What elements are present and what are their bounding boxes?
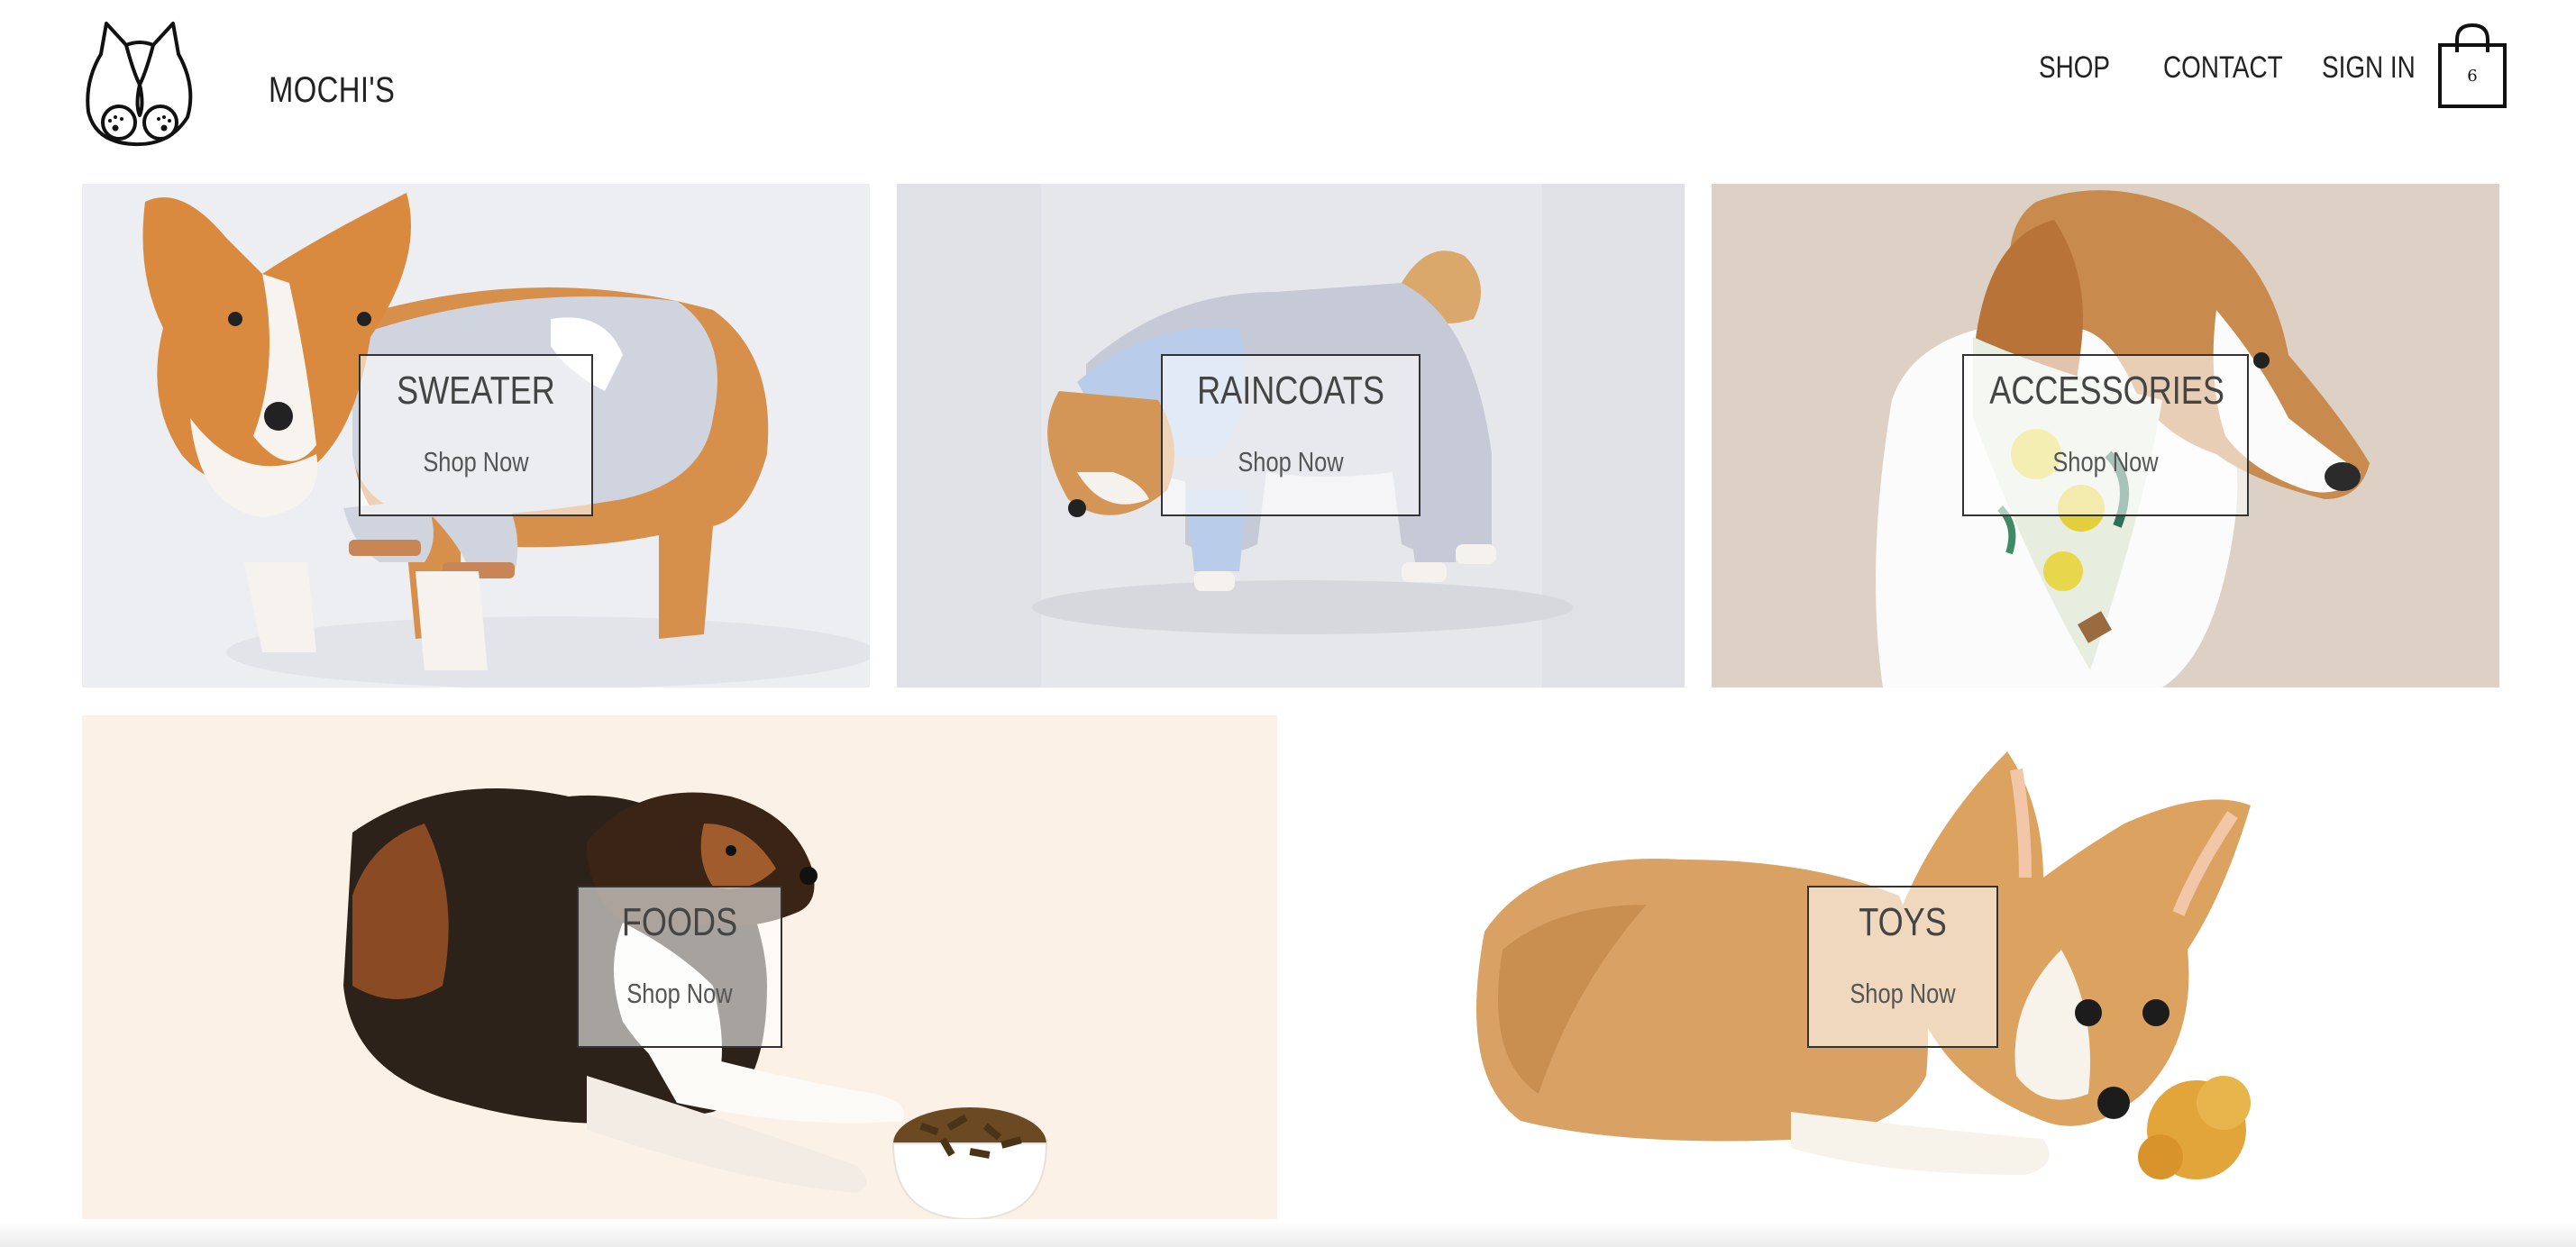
shop-now-link[interactable]: Shop Now xyxy=(1186,446,1396,478)
category-title: RAINCOATS xyxy=(1197,369,1384,413)
shop-now-link[interactable]: Shop Now xyxy=(381,446,571,478)
category-label-foods[interactable]: FOODS Shop Now xyxy=(577,886,782,1048)
shop-now-link[interactable]: Shop Now xyxy=(1989,446,2221,478)
page: MOCHI'S SHOP CONTACT SIGN IN 6 SWEATER S… xyxy=(0,0,2576,1247)
category-tile-raincoats[interactable]: RAINCOATS Shop Now xyxy=(897,184,1685,687)
category-tile-accessories[interactable]: ACCESSORIES Shop Now xyxy=(1712,184,2499,687)
category-tile-sweater[interactable]: SWEATER Shop Now xyxy=(82,184,870,687)
page-bottom-edge xyxy=(0,1222,2576,1247)
shop-now-link[interactable]: Shop Now xyxy=(597,978,763,1010)
category-label-raincoats[interactable]: RAINCOATS Shop Now xyxy=(1161,354,1420,516)
category-label-toys[interactable]: TOYS Shop Now xyxy=(1807,886,1998,1048)
category-label-accessories[interactable]: ACCESSORIES Shop Now xyxy=(1962,354,2249,516)
site-header: MOCHI'S SHOP CONTACT SIGN IN 6 xyxy=(0,0,2576,180)
category-title: SWEATER xyxy=(397,369,555,413)
category-title: TOYS xyxy=(1859,900,1947,944)
brand-name[interactable]: MOCHI'S xyxy=(269,70,395,111)
category-title: ACCESSORIES xyxy=(1989,369,2224,413)
category-tile-foods[interactable]: FOODS Shop Now xyxy=(82,715,1277,1219)
nav-shop[interactable]: SHOP xyxy=(2039,50,2110,86)
corgi-butt-logo-icon[interactable] xyxy=(79,18,200,150)
category-title: FOODS xyxy=(621,900,738,944)
cart-count-badge: 6 xyxy=(2467,67,2478,86)
shop-now-link[interactable]: Shop Now xyxy=(1826,978,1980,1010)
cart-button[interactable]: 6 xyxy=(2437,23,2507,110)
nav-sign-in[interactable]: SIGN IN xyxy=(2322,50,2416,86)
category-label-sweater[interactable]: SWEATER Shop Now xyxy=(359,354,593,516)
nav-contact[interactable]: CONTACT xyxy=(2163,50,2283,86)
category-tile-toys[interactable]: TOYS Shop Now xyxy=(1304,715,2499,1219)
